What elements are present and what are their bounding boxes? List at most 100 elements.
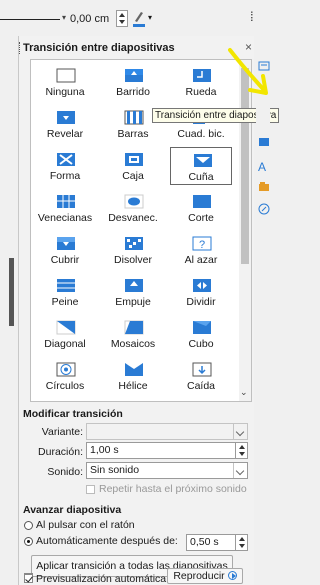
sidebar-tab-bar: A [256, 36, 270, 585]
venetian-icon [57, 195, 75, 208]
dissolve-icon [125, 237, 143, 250]
fall-icon [192, 362, 212, 377]
transition-option[interactable]: Caída [170, 357, 232, 395]
transition-option[interactable]: Cubo [170, 315, 232, 353]
sound-label: Sonido: [47, 466, 83, 478]
diagonal-icon [56, 320, 76, 335]
transition-option[interactable]: Dividir [170, 273, 232, 311]
navigator-icon[interactable] [258, 203, 270, 215]
transition-option[interactable]: Mosaicos [102, 315, 164, 353]
transition-option-label: Cuña [188, 171, 214, 183]
advance-time-spinner[interactable] [235, 535, 247, 550]
none-icon [56, 68, 76, 83]
tiles-icon [124, 320, 144, 335]
chevron-down-icon[interactable]: ⌄ [240, 387, 248, 398]
modify-section-title: Modificar transición [23, 408, 123, 420]
play-button[interactable]: Reproducir [167, 568, 243, 584]
transition-option[interactable]: Peine [34, 273, 96, 311]
advance-auto-label[interactable]: Automáticamente después de: [36, 535, 178, 547]
transition-option-label: Cubo [188, 338, 214, 350]
panel-title: Transición entre diapositivas [23, 42, 175, 54]
gallery-icon[interactable] [258, 181, 270, 193]
transition-option[interactable]: Ninguna [34, 63, 96, 101]
line-width-spinner[interactable] [116, 10, 128, 27]
slide-transition-tab-icon[interactable] [258, 136, 270, 148]
transition-option[interactable]: Diagonal [34, 315, 96, 353]
circles-icon [56, 362, 76, 377]
sound-select[interactable]: Sin sonido [86, 462, 248, 479]
transition-option-label: Mosaicos [110, 338, 156, 350]
wheel-icon [193, 69, 211, 82]
repeat-sound-checkbox [86, 485, 95, 494]
variant-label: Variante: [41, 426, 83, 438]
split-icon [193, 279, 211, 292]
transition-option[interactable]: Forma [34, 147, 96, 185]
transition-option[interactable]: Cubrir [34, 231, 96, 269]
random-icon: ? [192, 236, 212, 251]
chevron-down-icon[interactable] [233, 463, 247, 478]
styles-icon[interactable]: A [258, 160, 270, 174]
transition-option[interactable]: Barrido [102, 63, 164, 101]
transition-option-label: Diagonal [44, 338, 86, 350]
transition-option[interactable]: Cuña [170, 147, 232, 185]
chevron-down-icon [233, 424, 247, 439]
box-icon [125, 153, 143, 166]
transition-option-label: Cuad. bic. [177, 128, 225, 140]
transition-option[interactable]: Venecianas [34, 189, 96, 227]
play-button-label: Reproducir [173, 570, 225, 582]
bars-icon [124, 110, 144, 125]
transition-option-label: Barrido [116, 86, 150, 98]
transition-option-label: Disolver [114, 254, 152, 266]
transition-option-label: Desvanec. [108, 212, 158, 224]
cube-icon [193, 321, 211, 334]
transition-option[interactable]: Rueda [170, 63, 232, 101]
transition-option[interactable]: Corte [170, 189, 232, 227]
transition-option[interactable]: Hélice [102, 357, 164, 395]
transition-option[interactable]: Círculos [34, 357, 96, 395]
line-width-field[interactable]: 0,00 cm [70, 10, 109, 28]
transition-option-label: Barras [117, 128, 149, 140]
sidebar-collapse-handle[interactable] [9, 258, 14, 326]
fade-icon [124, 194, 144, 209]
duration-field[interactable]: 1,00 s [86, 442, 248, 459]
advance-on-click-radio[interactable] [24, 521, 33, 530]
line-color-icon[interactable] [132, 9, 146, 27]
cover-icon [57, 237, 75, 250]
transition-option[interactable]: Disolver [102, 231, 164, 269]
duration-spinner[interactable] [235, 443, 247, 458]
helix-icon [125, 363, 143, 376]
push-icon [125, 279, 143, 292]
transition-option[interactable]: ? Al azar [170, 231, 232, 269]
transition-option-label: Al azar [184, 254, 218, 266]
transition-option-label: Cubrir [50, 254, 80, 266]
advance-time-field[interactable]: 0,50 s [186, 534, 248, 551]
svg-text:?: ? [199, 239, 205, 251]
variant-select [86, 423, 248, 440]
duration-label: Duración: [38, 446, 83, 458]
transition-option[interactable]: Revelar [34, 105, 96, 143]
transition-option-label: Caja [122, 170, 144, 182]
annotation-arrow-icon [228, 48, 268, 95]
advance-auto-radio[interactable] [24, 537, 33, 546]
advance-section-title: Avanzar diapositiva [23, 504, 122, 516]
autopreview-checkbox-visible[interactable] [24, 574, 33, 583]
transition-option-label: Rueda [185, 86, 217, 98]
transition-option-label: Revelar [46, 128, 84, 140]
transition-option-label: Forma [49, 170, 81, 182]
advance-on-click-label[interactable]: Al pulsar con el ratón [36, 519, 135, 531]
transition-option[interactable]: Empuje [102, 273, 164, 311]
line-color-dropdown-icon[interactable]: ▾ [148, 13, 152, 22]
toolbar-overflow-icon[interactable]: ⁞ [250, 9, 254, 24]
wipe-icon [125, 69, 143, 82]
autopreview-label[interactable]: Previsualización automática [36, 573, 166, 585]
panel-grip[interactable] [19, 42, 21, 54]
transition-option[interactable]: Desvanec. [102, 189, 164, 227]
transition-option-label: Corte [188, 212, 214, 224]
play-icon [227, 571, 237, 580]
line-style-preview[interactable] [0, 19, 60, 20]
transition-option-label: Ninguna [45, 86, 85, 98]
transition-option-label: Empuje [115, 296, 151, 308]
transition-option[interactable]: Caja [102, 147, 164, 185]
transition-option-label: Hélice [118, 380, 148, 392]
line-style-dropdown-icon[interactable]: ▾ [62, 13, 66, 22]
